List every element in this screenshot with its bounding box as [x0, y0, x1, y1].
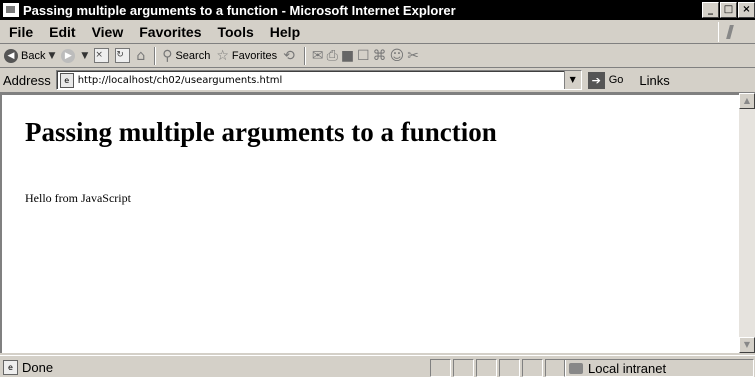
address-bar: Address e ▼ ➔ Go Links: [0, 68, 755, 93]
tools-icon[interactable]: ✂: [407, 48, 419, 64]
back-label: Back: [21, 49, 46, 62]
refresh-icon[interactable]: ↻: [115, 48, 131, 63]
go-arrow-icon: ➔: [587, 71, 605, 89]
stop-icon[interactable]: ×: [94, 48, 110, 63]
address-input[interactable]: [77, 74, 558, 86]
forward-arrow-icon: ▶: [61, 48, 76, 63]
print-icon[interactable]: ⎙: [327, 48, 338, 64]
address-field[interactable]: e ▼: [55, 70, 582, 90]
standard-toolbar: ◀ Back ▼ ▶ ▼ × ↻ ⌂ ⚲ Search ☆ Favorites …: [0, 44, 755, 68]
page-icon: e: [59, 72, 74, 88]
page-heading: Passing multiple arguments to a function: [25, 117, 497, 147]
menu-help[interactable]: Help: [270, 24, 300, 40]
mail-icon[interactable]: ✉: [312, 48, 324, 64]
address-label: Address: [3, 72, 51, 88]
local-intranet-icon: [569, 362, 583, 374]
toolbar-separator: [154, 46, 157, 65]
star-icon: ☆: [216, 47, 229, 64]
windows-logo-icon: [718, 22, 749, 42]
go-button[interactable]: ➔ Go: [587, 71, 624, 89]
menu-view[interactable]: View: [92, 24, 124, 40]
vertical-scrollbar[interactable]: ▲ ▼: [739, 93, 755, 353]
go-label: Go: [608, 74, 624, 86]
forward-button[interactable]: ▶ ▼: [61, 48, 88, 63]
chevron-down-icon[interactable]: ▼: [81, 51, 88, 61]
scroll-down-icon[interactable]: ▼: [739, 337, 755, 353]
status-pane: [522, 359, 543, 377]
status-bar: e Done Local intranet: [0, 355, 755, 377]
menu-favorites[interactable]: Favorites: [139, 24, 201, 40]
search-icon: ⚲: [162, 47, 173, 64]
back-arrow-icon: ◀: [4, 48, 18, 63]
history-icon[interactable]: ⟲: [283, 48, 295, 64]
status-panes: [430, 359, 568, 377]
address-dropdown-icon[interactable]: ▼: [563, 71, 581, 89]
edit-icon[interactable]: ■: [341, 48, 354, 64]
back-button[interactable]: ◀ Back ▼: [4, 48, 55, 63]
maximize-button[interactable]: □: [720, 2, 737, 18]
status-text: Done: [22, 359, 54, 375]
toolbar-separator: [303, 46, 306, 65]
menu-file[interactable]: File: [9, 24, 33, 40]
zone-label: Local intranet: [588, 360, 667, 376]
close-button[interactable]: ×: [738, 2, 755, 18]
search-label: Search: [175, 49, 211, 62]
window-controls: _ □ ×: [702, 2, 755, 18]
chevron-down-icon[interactable]: ▼: [48, 51, 55, 61]
page-text: Hello from JavaScript: [25, 191, 131, 205]
search-button[interactable]: ⚲ Search: [162, 48, 210, 64]
status-pane: [545, 359, 566, 377]
research-icon[interactable]: ⌘: [373, 48, 387, 64]
status-pane: [499, 359, 520, 377]
window-title: Passing multiple arguments to a function…: [23, 2, 456, 18]
browser-window: Passing multiple arguments to a function…: [0, 0, 755, 377]
favorites-button[interactable]: ☆ Favorites: [216, 48, 277, 64]
page-content: Passing multiple arguments to a function…: [0, 93, 739, 353]
ie-status-icon: e: [3, 359, 18, 375]
menu-edit[interactable]: Edit: [49, 24, 75, 40]
menu-bar: File Edit View Favorites Tools Help: [0, 21, 755, 44]
ie-page-icon: [3, 3, 19, 17]
messenger-icon[interactable]: ☺: [390, 48, 405, 64]
menu-tools[interactable]: Tools: [217, 24, 253, 40]
status-pane: [453, 359, 474, 377]
security-zone: Local intranet: [564, 359, 754, 377]
discuss-icon[interactable]: ☐: [357, 48, 370, 64]
scroll-up-icon[interactable]: ▲: [739, 93, 755, 109]
links-button[interactable]: Links: [639, 73, 669, 88]
favorites-label: Favorites: [231, 49, 278, 62]
title-bar: Passing multiple arguments to a function…: [0, 0, 755, 20]
minimize-button[interactable]: _: [702, 2, 719, 18]
status-pane: [430, 359, 451, 377]
status-text-area: e Done: [3, 359, 54, 375]
home-icon[interactable]: ⌂: [136, 48, 145, 64]
status-pane: [476, 359, 497, 377]
